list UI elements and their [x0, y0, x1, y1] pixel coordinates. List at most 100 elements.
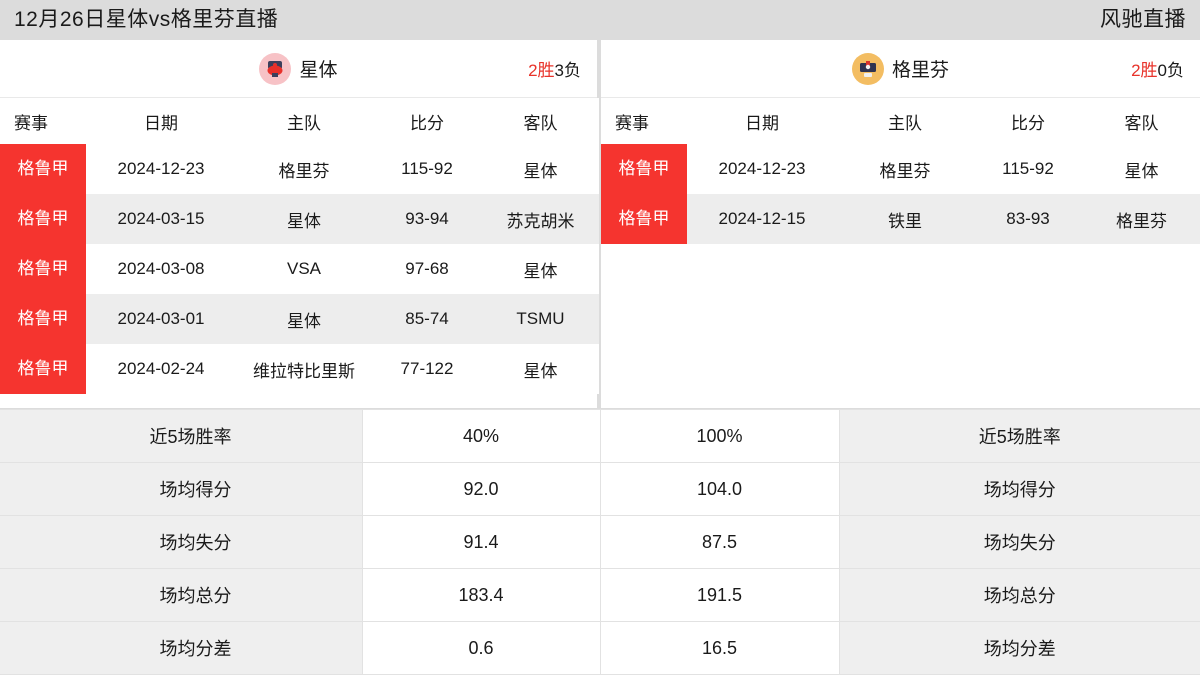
right-team-header: 格里芬 2胜0负 [601, 40, 1200, 98]
table-row[interactable]: 格鲁甲 2024-12-23 格里芬 115-92 星体 [0, 144, 599, 194]
stat-label-left: 场均分差 [0, 621, 363, 675]
stat-value-left: 183.4 [361, 568, 601, 622]
column-header-score: 比分 [973, 98, 1083, 144]
page-title: 12月26日星体vs格里芬直播 [14, 8, 279, 31]
stat-value-left: 92.0 [361, 462, 601, 516]
right-team-name: 格里芬 [891, 60, 949, 81]
table-row[interactable]: 格鲁甲 2024-03-15 星体 93-94 苏克胡米 [0, 194, 599, 244]
cell-home-team: 星体 [236, 294, 372, 344]
table-row[interactable]: 格鲁甲 2024-03-08 VSA 97-68 星体 [0, 244, 599, 294]
site-brand: 风驰直播 [1100, 8, 1186, 31]
cell-away-team: 星体 [482, 144, 599, 194]
table-row[interactable]: 格鲁甲 2024-12-23 格里芬 115-92 星体 [601, 144, 1200, 194]
cell-away-team: 苏克胡米 [482, 194, 599, 244]
cell-league: 格鲁甲 [0, 344, 86, 394]
column-header-score: 比分 [372, 98, 482, 144]
team-crest-icon [851, 52, 884, 85]
cell-away-team: 星体 [482, 244, 599, 294]
stat-value-left: 40% [361, 409, 601, 463]
column-header-league: 赛事 [601, 98, 687, 144]
right-team-wins: 2胜 [1131, 61, 1158, 80]
cell-away-team: 星体 [1083, 144, 1200, 194]
stat-label-right: 场均分差 [838, 621, 1200, 675]
stat-value-right: 104.0 [599, 462, 840, 516]
table-row[interactable]: 格鲁甲 2024-12-15 铁里 83-93 格里芬 [601, 194, 1200, 244]
stat-row: 近5场胜率 40% 100% 近5场胜率 [0, 409, 1200, 463]
table-row[interactable]: 格鲁甲 2024-02-24 维拉特比里斯 77-122 星体 [0, 344, 599, 394]
right-match-table: 赛事 日期 主队 比分 客队 格鲁甲 2024-12-23 格里芬 115-92… [601, 98, 1200, 244]
left-table-header-row: 赛事 日期 主队 比分 客队 [0, 98, 599, 144]
left-match-table: 赛事 日期 主队 比分 客队 格鲁甲 2024-12-23 格里芬 115-92… [0, 98, 599, 394]
cell-league: 格鲁甲 [601, 144, 687, 194]
cell-score: 115-92 [372, 144, 482, 194]
panels-container: 星体 2胜3负 赛事 日期 主队 比分 客队 格鲁甲 2024-12-23 格里… [0, 40, 1200, 408]
stat-label-left: 近5场胜率 [0, 409, 363, 463]
cell-score: 93-94 [372, 194, 482, 244]
left-team-wins: 2胜 [528, 61, 555, 80]
left-team-record: 2胜3负 [528, 56, 581, 81]
league-badge: 格鲁甲 [0, 194, 86, 244]
right-team-losses: 0负 [1157, 61, 1184, 80]
stat-row: 场均分差 0.6 16.5 场均分差 [0, 621, 1200, 675]
left-team-header: 星体 2胜3负 [0, 40, 597, 98]
cell-date: 2024-03-01 [86, 294, 236, 344]
cell-league: 格鲁甲 [0, 194, 86, 244]
cell-away-team: 星体 [482, 344, 599, 394]
stat-value-right: 87.5 [599, 515, 840, 569]
cell-date: 2024-12-15 [687, 194, 837, 244]
left-team-name: 星体 [299, 60, 338, 81]
stat-label-right: 场均得分 [838, 462, 1200, 516]
left-team-identity: 星体 [0, 52, 597, 85]
column-header-away: 客队 [482, 98, 599, 144]
stat-value-right: 100% [599, 409, 840, 463]
cell-home-team: 维拉特比里斯 [236, 344, 372, 394]
right-team-record: 2胜0负 [1131, 56, 1184, 81]
stat-label-right: 场均总分 [838, 568, 1200, 622]
page-root: 12月26日星体vs格里芬直播 风驰直播 星体 2胜3负 赛事 日期 主队 比分… [0, 0, 1200, 675]
cell-score: 77-122 [372, 344, 482, 394]
stat-label-right: 近5场胜率 [838, 409, 1200, 463]
league-badge: 格鲁甲 [0, 244, 86, 294]
cell-league: 格鲁甲 [0, 294, 86, 344]
column-header-home: 主队 [236, 98, 372, 144]
cell-date: 2024-02-24 [86, 344, 236, 394]
cell-home-team: 格里芬 [236, 144, 372, 194]
stat-label-left: 场均失分 [0, 515, 363, 569]
column-header-league: 赛事 [0, 98, 86, 144]
stat-value-left: 0.6 [361, 621, 601, 675]
league-badge: 格鲁甲 [0, 344, 86, 394]
right-team-panel: 格里芬 2胜0负 赛事 日期 主队 比分 客队 格鲁甲 2024-12-23 格… [601, 40, 1200, 408]
stats-table: 近5场胜率 40% 100% 近5场胜率 场均得分 92.0 104.0 场均得… [0, 409, 1200, 675]
column-header-date: 日期 [687, 98, 837, 144]
stat-row: 场均得分 92.0 104.0 场均得分 [0, 462, 1200, 516]
stats-comparison: 近5场胜率 40% 100% 近5场胜率 场均得分 92.0 104.0 场均得… [0, 409, 1200, 675]
column-header-home: 主队 [837, 98, 973, 144]
league-badge: 格鲁甲 [601, 144, 687, 194]
cell-league: 格鲁甲 [0, 144, 86, 194]
left-team-panel: 星体 2胜3负 赛事 日期 主队 比分 客队 格鲁甲 2024-12-23 格里… [0, 40, 599, 408]
cell-date: 2024-12-23 [687, 144, 837, 194]
cell-date: 2024-03-08 [86, 244, 236, 294]
league-badge: 格鲁甲 [0, 294, 86, 344]
cell-score: 97-68 [372, 244, 482, 294]
right-team-identity: 格里芬 [601, 52, 1200, 85]
top-bar: 12月26日星体vs格里芬直播 风驰直播 [0, 0, 1200, 40]
stat-value-left: 91.4 [361, 515, 601, 569]
cell-home-team: 铁里 [837, 194, 973, 244]
stat-value-right: 16.5 [599, 621, 840, 675]
right-table-header-row: 赛事 日期 主队 比分 客队 [601, 98, 1200, 144]
cell-league: 格鲁甲 [601, 194, 687, 244]
stat-label-left: 场均总分 [0, 568, 363, 622]
stat-label-left: 场均得分 [0, 462, 363, 516]
stat-label-right: 场均失分 [838, 515, 1200, 569]
cell-league: 格鲁甲 [0, 244, 86, 294]
stat-row: 场均失分 91.4 87.5 场均失分 [0, 515, 1200, 569]
cell-score: 115-92 [973, 144, 1083, 194]
cell-score: 85-74 [372, 294, 482, 344]
team-crest-icon [259, 52, 292, 85]
column-header-date: 日期 [86, 98, 236, 144]
table-row[interactable]: 格鲁甲 2024-03-01 星体 85-74 TSMU [0, 294, 599, 344]
column-header-away: 客队 [1083, 98, 1200, 144]
cell-away-team: TSMU [482, 294, 599, 344]
cell-home-team: 星体 [236, 194, 372, 244]
